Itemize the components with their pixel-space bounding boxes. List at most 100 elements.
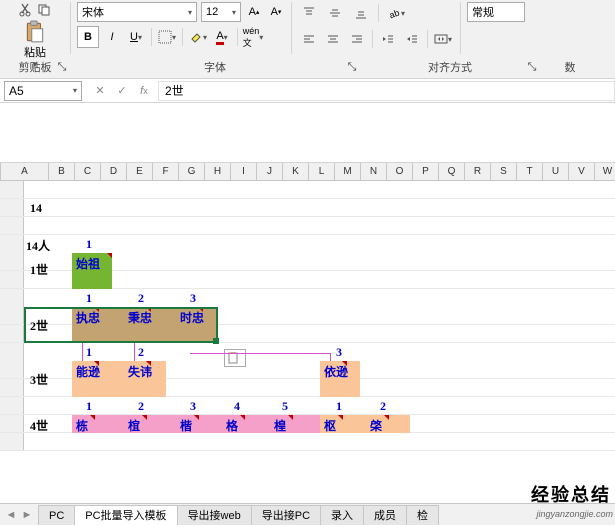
column-header[interactable]: Q	[439, 163, 465, 180]
column-header[interactable]: N	[361, 163, 387, 180]
dialog-launcher-icon[interactable]: ⤡	[56, 61, 68, 73]
cell[interactable]: 3	[336, 345, 342, 360]
row-header[interactable]	[0, 397, 24, 414]
decrease-font-icon[interactable]: A▾	[267, 3, 285, 21]
cell[interactable]: 秉忠	[128, 311, 152, 325]
cell[interactable]: 3	[190, 291, 196, 306]
row-header[interactable]	[0, 199, 24, 216]
name-box[interactable]: A5▾	[4, 81, 82, 101]
row-header[interactable]	[0, 343, 24, 378]
sheet-tab[interactable]: 导出接web	[177, 505, 252, 525]
cell[interactable]: 失讳	[128, 365, 152, 379]
cell[interactable]: 椬	[128, 417, 140, 434]
fx-icon[interactable]: fx	[134, 81, 154, 101]
cell[interactable]: 枢	[324, 417, 336, 434]
cell[interactable]: 栋	[76, 417, 88, 434]
row-header[interactable]	[0, 415, 24, 432]
row-header[interactable]	[0, 325, 24, 342]
sheet-tab[interactable]: 成员	[363, 505, 407, 525]
column-header[interactable]: G	[179, 163, 205, 180]
row-header[interactable]	[0, 271, 24, 288]
cell[interactable]: 1世	[30, 261, 48, 278]
sheet-tab[interactable]: 导出接PC	[251, 505, 321, 525]
formula-input[interactable]: 2世	[158, 81, 615, 101]
row-header[interactable]	[0, 433, 24, 450]
align-middle-icon[interactable]	[324, 2, 346, 24]
cell[interactable]: 5	[282, 399, 288, 414]
cell[interactable]: 格	[226, 417, 238, 434]
copy-icon[interactable]	[36, 2, 52, 18]
column-header[interactable]: M	[335, 163, 361, 180]
italic-button[interactable]: I	[101, 26, 123, 48]
cell[interactable]: 3	[190, 399, 196, 414]
cell[interactable]: 依逊	[324, 365, 348, 379]
fill-color-button[interactable]: ▾	[187, 26, 209, 48]
sheet-tab[interactable]: PC	[38, 505, 75, 525]
column-header[interactable]: H	[205, 163, 231, 180]
column-header[interactable]: S	[491, 163, 517, 180]
cell[interactable]: 棨	[370, 417, 382, 434]
cell[interactable]: 1	[86, 345, 92, 360]
font-name-combo[interactable]: 宋体▾	[77, 2, 197, 22]
phonetic-button[interactable]: wén文▾	[242, 26, 264, 48]
increase-font-icon[interactable]: A▴	[245, 3, 263, 21]
number-format-combo[interactable]: 常规	[467, 2, 525, 22]
column-header[interactable]: V	[569, 163, 595, 180]
underline-button[interactable]: U▾	[125, 26, 147, 48]
cell[interactable]: 能逊	[76, 365, 100, 379]
align-top-icon[interactable]	[298, 2, 320, 24]
cell[interactable]: 楻	[274, 417, 286, 434]
column-header[interactable]: O	[387, 163, 413, 180]
column-header[interactable]: A	[1, 163, 49, 180]
column-header[interactable]: I	[231, 163, 257, 180]
font-size-combo[interactable]: 12▾	[201, 2, 241, 22]
cell[interactable]: 执忠	[76, 311, 100, 325]
column-header[interactable]: K	[283, 163, 309, 180]
column-header[interactable]: D	[101, 163, 127, 180]
cell[interactable]: 14	[30, 201, 42, 216]
cell[interactable]: 2	[380, 399, 386, 414]
row-header[interactable]	[0, 217, 24, 234]
bold-button[interactable]: B	[77, 26, 99, 48]
cell[interactable]: 14人	[26, 237, 50, 254]
orientation-button[interactable]: ab▾	[385, 2, 407, 24]
border-button[interactable]: ▾	[156, 26, 178, 48]
column-header[interactable]: B	[49, 163, 75, 180]
increase-indent-icon[interactable]	[401, 28, 423, 50]
sheet-tab[interactable]: 检	[406, 505, 439, 525]
sheet-tab[interactable]: PC批量导入模板	[74, 505, 177, 525]
sheet-tab[interactable]: 录入	[320, 505, 364, 525]
cell[interactable]: 始祖	[76, 257, 100, 271]
cell[interactable]: 2	[138, 291, 144, 306]
cell[interactable]: 1	[336, 399, 342, 414]
decrease-indent-icon[interactable]	[377, 28, 399, 50]
column-header[interactable]: T	[517, 163, 543, 180]
column-header[interactable]: J	[257, 163, 283, 180]
cell[interactable]: 2世	[30, 317, 48, 334]
merge-button[interactable]: ▾	[432, 28, 454, 50]
cell[interactable]: 时忠	[180, 311, 204, 325]
cell[interactable]: 楷	[180, 417, 192, 434]
cell[interactable]: 1	[86, 399, 92, 414]
cancel-icon[interactable]: ✕	[90, 81, 110, 101]
align-center-icon[interactable]	[322, 28, 344, 50]
dialog-launcher-icon[interactable]: ⤡	[526, 61, 538, 73]
column-header[interactable]: E	[127, 163, 153, 180]
enter-icon[interactable]: ✓	[112, 81, 132, 101]
column-header[interactable]: F	[153, 163, 179, 180]
tab-nav-prev-icon[interactable]: ◄	[4, 508, 18, 522]
column-header[interactable]: R	[465, 163, 491, 180]
cell[interactable]: 2	[138, 399, 144, 414]
currency-button[interactable]	[467, 26, 489, 48]
cell[interactable]: 4	[234, 399, 240, 414]
row-header[interactable]	[0, 235, 24, 270]
cell[interactable]: 2	[138, 345, 144, 360]
cell[interactable]: 1	[86, 291, 92, 306]
column-header[interactable]: P	[413, 163, 439, 180]
cell[interactable]: 1	[86, 237, 92, 252]
row-header[interactable]	[0, 379, 24, 396]
dialog-launcher-icon[interactable]: ⤡	[346, 61, 358, 73]
align-right-icon[interactable]	[346, 28, 368, 50]
column-header[interactable]: L	[309, 163, 335, 180]
cut-icon[interactable]	[18, 2, 34, 18]
